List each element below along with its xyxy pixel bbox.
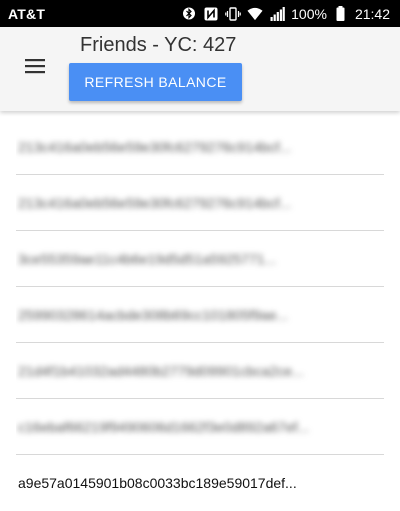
hamburger-menu-icon — [24, 58, 46, 79]
friend-list-item[interactable]: 213c416a0eb56e59e30fc6279276c914bcf... — [16, 119, 384, 175]
vibrate-icon — [225, 6, 241, 22]
carrier-label: AT&T — [8, 5, 46, 22]
friend-id: c16ebaf66219f9490606d1662f3e0d892a67ef..… — [18, 418, 310, 435]
friend-list-item[interactable]: 21d4f1b41032ad4480b2779d09901cbca2ce... — [16, 343, 384, 399]
friend-id: 213c416a0eb56e59e30fc6279276c914bcf... — [18, 138, 292, 155]
friend-id: 21d4f1b41032ad4480b2779d09901cbca2ce... — [18, 362, 304, 379]
friend-list-item[interactable]: 3ce55359ae11c4b6e19d5d51a5925771... — [16, 231, 384, 287]
friend-list-item[interactable]: 25990328614acbde308b69cc101805f9ae... — [16, 287, 384, 343]
clock: 21:42 — [354, 5, 390, 22]
friend-list-item[interactable]: 213c416a0eb56e59e30fc6279276c914bcf... — [16, 175, 384, 231]
bluetooth-icon — [181, 6, 197, 22]
battery-icon — [333, 6, 349, 22]
nfc-icon — [203, 6, 219, 22]
friend-id: 213c416a0eb56e59e30fc6279276c914bcf... — [18, 194, 292, 211]
app-bar: Friends - YC: 427 REFRESH BALANCE — [0, 27, 400, 111]
status-bar: AT&T 100% 21:42 — [0, 0, 400, 27]
friend-list-item[interactable]: c16ebaf66219f9490606d1662f3e0d892a67ef..… — [16, 399, 384, 455]
friend-id: 25990328614acbde308b69cc101805f9ae... — [18, 306, 289, 323]
friend-id: 3ce55359ae11c4b6e19d5d51a5925771... — [18, 250, 277, 267]
friend-list: 213c416a0eb56e59e30fc6279276c914bcf... 2… — [0, 119, 400, 511]
signal-icon — [269, 6, 285, 22]
page-title: Friends - YC: 427 — [80, 34, 237, 56]
friend-id: a9e57a0145901b08c0033bc189e59017def... — [18, 475, 297, 491]
refresh-balance-button[interactable]: REFRESH BALANCE — [69, 63, 242, 101]
wifi-icon — [247, 6, 263, 22]
friend-list-item[interactable]: a9e57a0145901b08c0033bc189e59017def... — [16, 455, 384, 511]
menu-button[interactable] — [20, 53, 50, 83]
battery-percentage: 100% — [291, 5, 327, 22]
status-icons: 100% 21:42 — [181, 6, 390, 22]
